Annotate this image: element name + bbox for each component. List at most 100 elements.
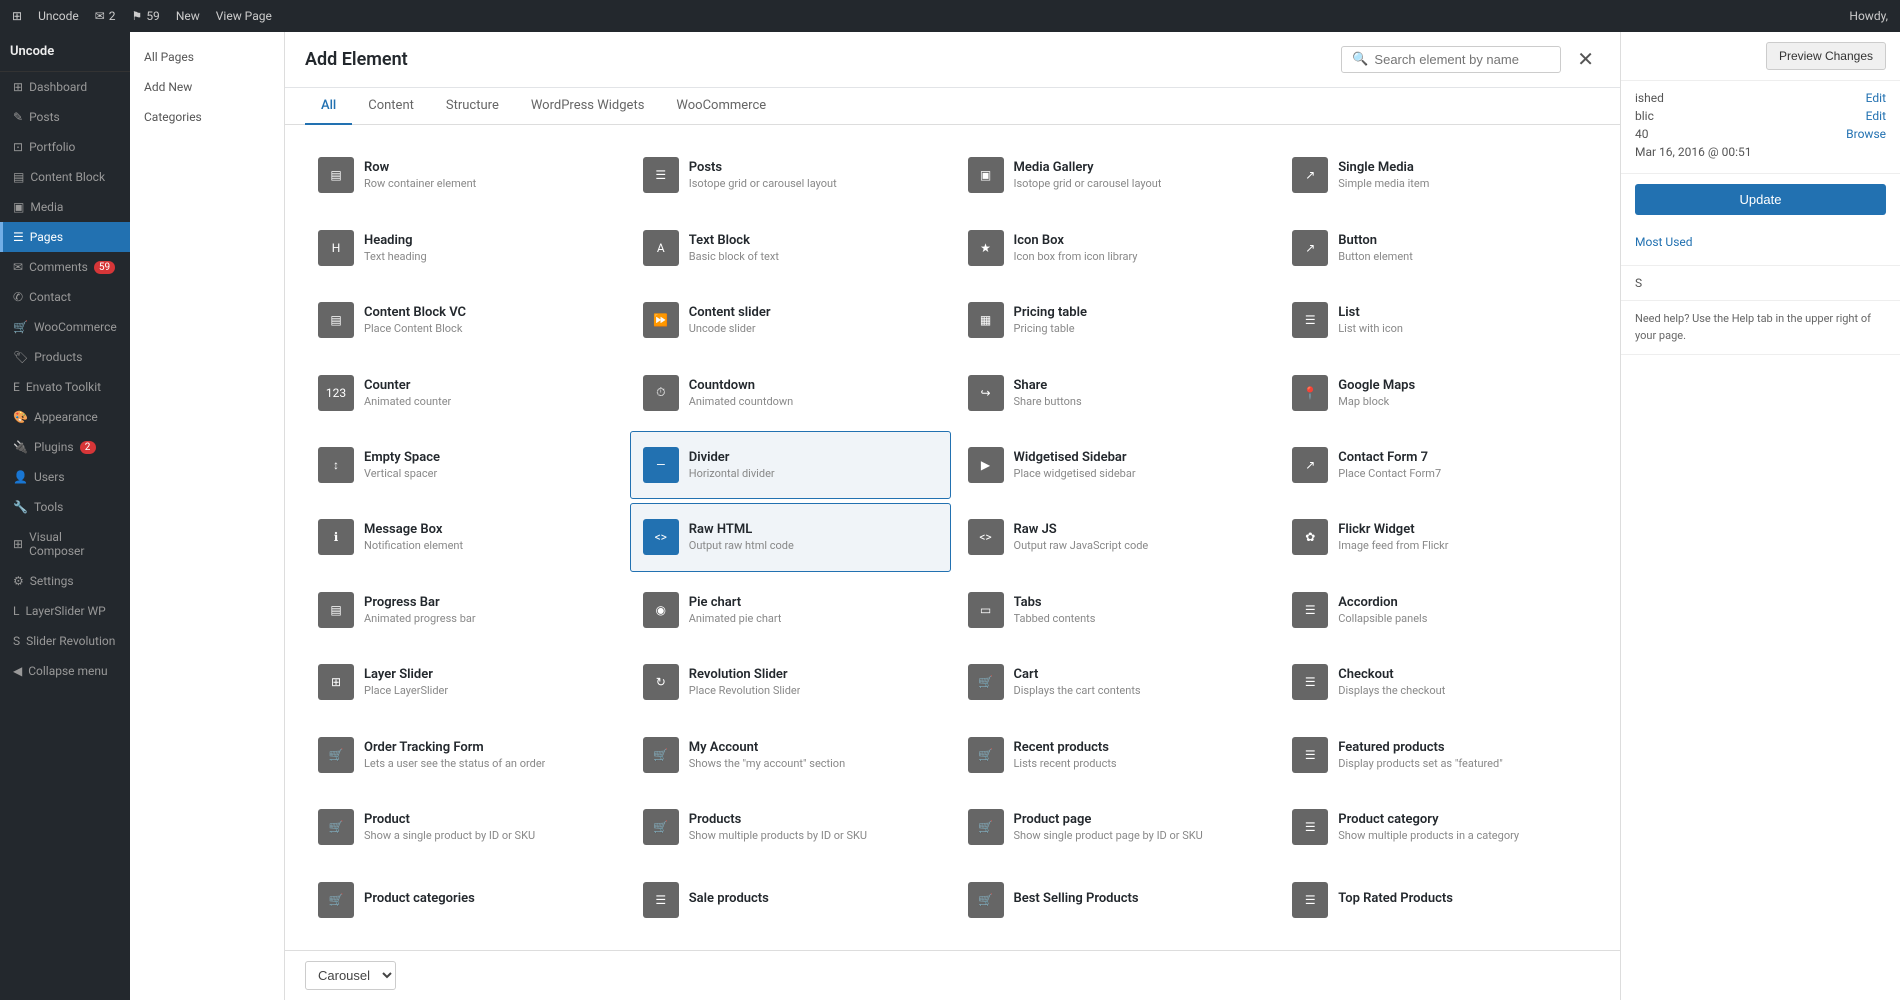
element-card[interactable]: 🛒 My Account Shows the "my account" sect…: [630, 721, 951, 789]
element-card[interactable]: — Divider Horizontal divider: [630, 431, 951, 499]
tab-content[interactable]: Content: [352, 88, 430, 125]
element-card[interactable]: ✿ Flickr Widget Image feed from Flickr: [1279, 503, 1600, 571]
element-card[interactable]: <> Raw HTML Output raw html code: [630, 503, 951, 571]
element-desc: Share buttons: [1014, 395, 1082, 408]
tab-structure[interactable]: Structure: [430, 88, 515, 125]
element-card[interactable]: ↗ Contact Form 7 Place Contact Form7: [1279, 431, 1600, 499]
sidebar-item-layerslider[interactable]: L LayerSlider WP: [0, 596, 130, 626]
element-card[interactable]: 🛒 Cart Displays the cart contents: [955, 648, 1276, 716]
tab-wordpress-widgets[interactable]: WordPress Widgets: [515, 88, 661, 125]
wp-logo[interactable]: ⊞: [12, 9, 22, 23]
element-card[interactable]: ↻ Revolution Slider Place Revolution Sli…: [630, 648, 951, 716]
element-card[interactable]: ⏩ Content slider Uncode slider: [630, 286, 951, 354]
element-desc: Vertical spacer: [364, 467, 440, 480]
element-card[interactable]: 📍 Google Maps Map block: [1279, 358, 1600, 426]
sidebar-item-pages[interactable]: ☰ Pages: [0, 222, 130, 252]
search-box[interactable]: 🔍: [1341, 46, 1561, 73]
sidebar-item-dashboard[interactable]: ⊞ Dashboard: [0, 72, 130, 102]
element-card[interactable]: ▭ Tabs Tabbed contents: [955, 576, 1276, 644]
element-card[interactable]: ☰ List List with icon: [1279, 286, 1600, 354]
element-card[interactable]: ↕ Empty Space Vertical spacer: [305, 431, 626, 499]
revisions-browse-link[interactable]: Browse: [1846, 127, 1886, 141]
element-card[interactable]: 🛒 Recent products Lists recent products: [955, 721, 1276, 789]
element-desc: Place widgetised sidebar: [1014, 467, 1136, 480]
site-name[interactable]: Uncode: [38, 9, 79, 23]
sidebar-item-portfolio[interactable]: ⊡ Portfolio: [0, 132, 130, 162]
element-card[interactable]: ☰ Product category Show multiple product…: [1279, 793, 1600, 861]
sidebar-item-users[interactable]: 👤 Users: [0, 462, 130, 492]
element-card[interactable]: ☰ Featured products Display products set…: [1279, 721, 1600, 789]
sidebar-item-plugins[interactable]: 🔌 Plugins 2: [0, 432, 130, 462]
element-card[interactable]: ▣ Media Gallery Isotope grid or carousel…: [955, 141, 1276, 209]
element-name: Message Box: [364, 522, 463, 537]
visibility-edit-link[interactable]: Edit: [1866, 109, 1886, 123]
element-card[interactable]: 123 Counter Animated counter: [305, 358, 626, 426]
sidebar-item-slider-revolution[interactable]: S Slider Revolution: [0, 626, 130, 656]
search-input[interactable]: [1374, 52, 1550, 67]
close-button[interactable]: ✕: [1571, 48, 1600, 72]
sidebar-item-posts[interactable]: ✎ Posts: [0, 102, 130, 132]
element-card[interactable]: ▤ Progress Bar Animated progress bar: [305, 576, 626, 644]
element-card[interactable]: <> Raw JS Output raw JavaScript code: [955, 503, 1276, 571]
element-card[interactable]: ☰ Checkout Displays the checkout: [1279, 648, 1600, 716]
sidebar-item-comments[interactable]: ✉ Comments 59: [0, 252, 130, 282]
element-icon: ☰: [1292, 882, 1328, 918]
status-edit-link[interactable]: Edit: [1866, 91, 1886, 105]
editor-left-categories[interactable]: Categories: [130, 102, 284, 132]
element-card[interactable]: ℹ Message Box Notification element: [305, 503, 626, 571]
element-card[interactable]: ⏱ Countdown Animated countdown: [630, 358, 951, 426]
element-card[interactable]: ▦ Pricing table Pricing table: [955, 286, 1276, 354]
issues-count[interactable]: ⚑ 59: [132, 9, 160, 23]
element-card[interactable]: 🛒 Product page Show single product page …: [955, 793, 1276, 861]
view-page-link[interactable]: View Page: [216, 9, 272, 23]
preview-changes-button[interactable]: Preview Changes: [1766, 42, 1886, 70]
sidebar-item-contact[interactable]: ✆ Contact: [0, 282, 130, 312]
element-card[interactable]: 🛒 Products Show multiple products by ID …: [630, 793, 951, 861]
element-card[interactable]: ▤ Row Row container element: [305, 141, 626, 209]
sidebar-item-woocommerce[interactable]: 🛒 WooCommerce: [0, 312, 130, 342]
element-card[interactable]: 🛒 Best Selling Products: [955, 866, 1276, 934]
element-card[interactable]: ⊞ Layer Slider Place LayerSlider: [305, 648, 626, 716]
sidebar-item-products[interactable]: 🏷 Products: [0, 342, 130, 372]
sidebar-item-content-block[interactable]: ▤ Content Block: [0, 162, 130, 192]
comments-icon[interactable]: ✉ 2: [95, 9, 116, 23]
element-card[interactable]: ☰ Sale products: [630, 866, 951, 934]
element-card[interactable]: 🛒 Order Tracking Form Lets a user see th…: [305, 721, 626, 789]
element-name: Featured products: [1338, 740, 1502, 755]
sidebar-item-appearance[interactable]: 🎨 Appearance: [0, 402, 130, 432]
element-card[interactable]: A Text Block Basic block of text: [630, 213, 951, 281]
carousel-select[interactable]: CarouselGridSlider: [305, 961, 396, 990]
sidebar-item-envato[interactable]: E Envato Toolkit: [0, 372, 130, 402]
element-card[interactable]: ☰ Posts Isotope grid or carousel layout: [630, 141, 951, 209]
element-info: Google Maps Map block: [1338, 378, 1415, 408]
tab-all[interactable]: All: [305, 88, 352, 125]
sidebar-item-tools[interactable]: 🔧 Tools: [0, 492, 130, 522]
element-card[interactable]: ↗ Single Media Simple media item: [1279, 141, 1600, 209]
element-card[interactable]: ☰ Accordion Collapsible panels: [1279, 576, 1600, 644]
element-card[interactable]: 🛒 Product categories: [305, 866, 626, 934]
sidebar-item-collapse-menu[interactable]: ◀ Collapse menu: [0, 656, 130, 686]
element-card[interactable]: 🛒 Product Show a single product by ID or…: [305, 793, 626, 861]
element-card[interactable]: ▤ Content Block VC Place Content Block: [305, 286, 626, 354]
element-desc: Display products set as "featured": [1338, 757, 1502, 770]
element-card[interactable]: ★ Icon Box Icon box from icon library: [955, 213, 1276, 281]
sidebar-item-media[interactable]: ▣ Media: [0, 192, 130, 222]
element-card[interactable]: H Heading Text heading: [305, 213, 626, 281]
tab-woocommerce[interactable]: WooCommerce: [660, 88, 782, 125]
element-card[interactable]: ◉ Pie chart Animated pie chart: [630, 576, 951, 644]
sidebar-logo[interactable]: Uncode: [0, 32, 130, 72]
update-button[interactable]: Update: [1635, 184, 1886, 215]
most-used-link[interactable]: Most Used: [1635, 235, 1886, 249]
element-card[interactable]: ↪ Share Share buttons: [955, 358, 1276, 426]
new-link[interactable]: New: [176, 9, 200, 23]
sidebar-item-settings[interactable]: ⚙ Settings: [0, 566, 130, 596]
element-card[interactable]: ☰ Top Rated Products: [1279, 866, 1600, 934]
element-card[interactable]: ▶ Widgetised Sidebar Place widgetised si…: [955, 431, 1276, 499]
element-desc: Horizontal divider: [689, 467, 775, 480]
element-name: Tabs: [1014, 595, 1096, 610]
editor-left-all-pages[interactable]: All Pages: [130, 42, 284, 72]
layerslider-icon: L: [13, 604, 19, 618]
sidebar-item-visual-composer[interactable]: ⊞ Visual Composer: [0, 522, 130, 566]
element-card[interactable]: ↗ Button Button element: [1279, 213, 1600, 281]
editor-left-add-new[interactable]: Add New: [130, 72, 284, 102]
